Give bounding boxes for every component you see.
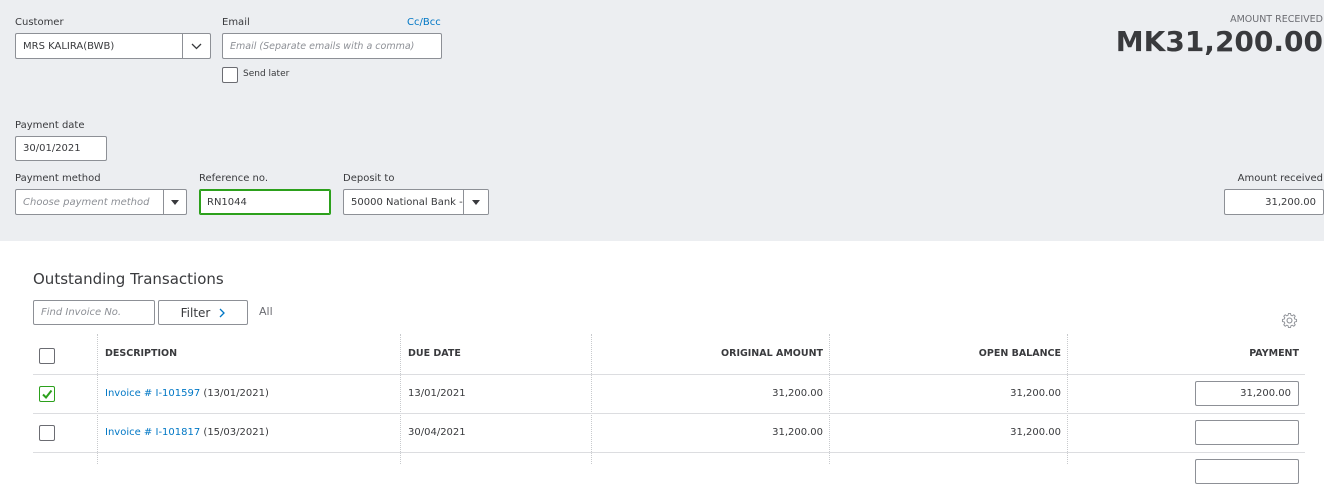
open-balance: 31,200.00 bbox=[1010, 388, 1061, 399]
payment-method-label: Payment method bbox=[15, 173, 101, 184]
outstanding-title: Outstanding Transactions bbox=[33, 270, 224, 288]
customer-select[interactable]: MRS KALIRA(BWB) bbox=[15, 33, 211, 59]
gear-icon bbox=[1281, 312, 1298, 329]
row-divider bbox=[33, 374, 1305, 375]
reference-field[interactable]: RN1044 bbox=[199, 189, 331, 215]
caret-down-icon bbox=[171, 199, 179, 205]
amount-received-total: MK31,200.00 bbox=[1115, 25, 1323, 58]
original-amount: 31,200.00 bbox=[772, 388, 823, 399]
chevron-right-icon bbox=[219, 308, 226, 317]
payment-method-placeholder: Choose payment method bbox=[23, 196, 150, 208]
email-field[interactable]: Email (Separate emails with a comma) bbox=[222, 33, 442, 59]
amount-received-field[interactable]: 31,200.00 bbox=[1224, 189, 1324, 215]
payment-method-dropdown-button[interactable] bbox=[163, 190, 186, 214]
column-header-original-amount[interactable]: ORIGINAL AMOUNT bbox=[721, 348, 823, 359]
select-all-checkbox[interactable] bbox=[39, 348, 55, 364]
email-placeholder: Email (Separate emails with a comma) bbox=[230, 40, 415, 52]
open-balance: 31,200.00 bbox=[1010, 427, 1061, 438]
send-later-checkbox[interactable] bbox=[222, 67, 238, 83]
column-divider bbox=[591, 334, 592, 464]
row-divider bbox=[33, 413, 1305, 414]
payment-date-label: Payment date bbox=[15, 120, 85, 131]
email-label: Email bbox=[222, 17, 250, 28]
payment-date-value: 30/01/2021 bbox=[23, 143, 81, 154]
payment-value: 31,200.00 bbox=[1240, 388, 1291, 399]
column-divider bbox=[400, 334, 401, 464]
invoice-description: Invoice # I-101597 (13/01/2021) bbox=[105, 388, 269, 399]
payment-input[interactable] bbox=[1195, 459, 1299, 484]
find-invoice-input[interactable]: Find Invoice No. bbox=[33, 300, 155, 325]
row-checkbox[interactable] bbox=[39, 425, 55, 441]
row-divider bbox=[33, 452, 1305, 453]
due-date: 30/04/2021 bbox=[408, 427, 466, 438]
original-amount: 31,200.00 bbox=[772, 427, 823, 438]
invoice-date: (15/03/2021) bbox=[203, 427, 269, 438]
column-divider bbox=[829, 334, 830, 464]
checkmark-icon bbox=[42, 389, 53, 400]
column-divider bbox=[97, 334, 98, 464]
deposit-to-select[interactable]: 50000 National Bank - bbox=[343, 189, 489, 215]
filter-button[interactable]: Filter bbox=[158, 300, 248, 325]
deposit-to-dropdown-button[interactable] bbox=[463, 190, 488, 214]
column-divider bbox=[1067, 334, 1068, 464]
due-date: 13/01/2021 bbox=[408, 388, 466, 399]
column-header-payment[interactable]: PAYMENT bbox=[1249, 348, 1299, 359]
amount-received-label: Amount received bbox=[1237, 173, 1323, 184]
invoice-link[interactable]: Invoice # I-101597 bbox=[105, 388, 200, 399]
filter-label: Filter bbox=[180, 305, 211, 320]
payment-input[interactable] bbox=[1195, 420, 1299, 445]
amount-received-value: 31,200.00 bbox=[1265, 196, 1316, 208]
table-settings-button[interactable] bbox=[1281, 312, 1298, 329]
chevron-down-icon bbox=[191, 43, 202, 49]
column-header-due-date[interactable]: DUE DATE bbox=[408, 348, 461, 359]
customer-dropdown-button[interactable] bbox=[182, 34, 210, 58]
customer-label: Customer bbox=[15, 17, 64, 28]
send-later-label: Send later bbox=[243, 69, 290, 79]
deposit-to-label: Deposit to bbox=[343, 173, 395, 184]
deposit-to-value: 50000 National Bank - bbox=[351, 196, 463, 208]
filter-all-label: All bbox=[259, 305, 273, 318]
invoice-link[interactable]: Invoice # I-101817 bbox=[105, 427, 200, 438]
column-header-open-balance[interactable]: OPEN BALANCE bbox=[979, 348, 1061, 359]
reference-value: RN1044 bbox=[207, 196, 247, 208]
reference-label: Reference no. bbox=[199, 173, 268, 184]
payment-method-select[interactable]: Choose payment method bbox=[15, 189, 187, 215]
payment-date-field[interactable]: 30/01/2021 bbox=[15, 136, 107, 161]
caret-down-icon bbox=[472, 199, 480, 205]
payment-input[interactable]: 31,200.00 bbox=[1195, 381, 1299, 406]
row-checkbox[interactable] bbox=[39, 386, 55, 402]
cc-bcc-link[interactable]: Cc/Bcc bbox=[407, 17, 441, 28]
column-header-description[interactable]: DESCRIPTION bbox=[105, 348, 177, 359]
find-invoice-placeholder: Find Invoice No. bbox=[41, 307, 122, 318]
invoice-date: (13/01/2021) bbox=[203, 388, 269, 399]
amount-received-caption: AMOUNT RECEIVED bbox=[1230, 14, 1323, 25]
customer-value: MRS KALIRA(BWB) bbox=[23, 40, 115, 52]
invoice-description: Invoice # I-101817 (15/03/2021) bbox=[105, 427, 269, 438]
